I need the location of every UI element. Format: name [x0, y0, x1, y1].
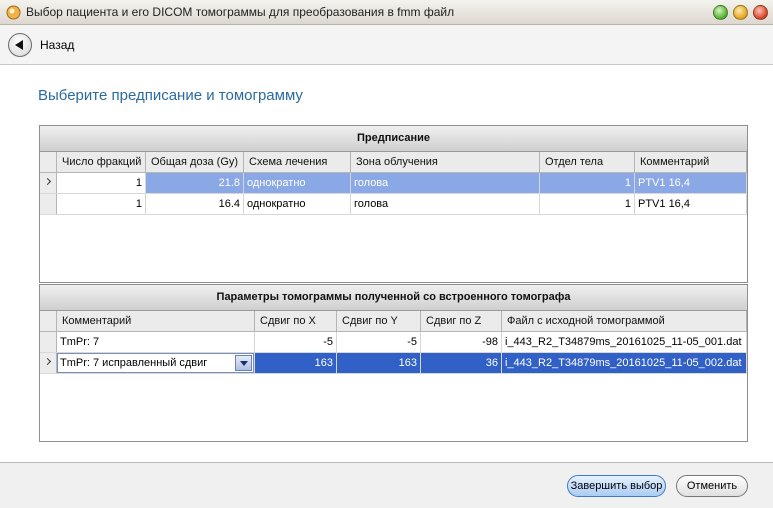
col-header-source-file[interactable]: Файл с исходной томограммой — [502, 311, 747, 332]
cell-fractions[interactable]: 1 — [57, 173, 146, 193]
cell-shift-z[interactable]: 36 — [421, 353, 502, 373]
cell-zone[interactable]: голова — [351, 194, 540, 214]
comment-combobox[interactable]: TmPr: 7 исправленный сдвиг — [57, 353, 254, 373]
cell-dose[interactable]: 16.4 — [146, 194, 244, 214]
chevron-down-icon[interactable] — [235, 355, 252, 371]
col-header-scheme[interactable]: Схема лечения — [244, 152, 351, 173]
table-row[interactable]: 1 16.4 однократно голова 1 PTV1 16,4 — [40, 194, 747, 215]
col-header-fractions[interactable]: Число фракций — [57, 152, 146, 173]
prescription-panel: Предписание Число фракций Общая доза (Gy… — [39, 125, 748, 283]
minimize-button[interactable] — [713, 5, 728, 20]
cancel-button[interactable]: Отменить — [676, 475, 748, 497]
cell-comment[interactable]: TmPr: 7 — [57, 332, 255, 352]
cell-shift-z[interactable]: -98 — [421, 332, 502, 352]
combobox-value: TmPr: 7 исправленный сдвиг — [60, 357, 208, 369]
back-arrow-icon[interactable] — [8, 33, 32, 57]
title-bar: Выбор пациента и его DICOM томограммы дл… — [0, 0, 773, 25]
row-indicator-header — [40, 311, 57, 331]
table-row[interactable]: TmPr: 7 -5 -5 -98 i_443_R2_T34879ms_2016… — [40, 332, 747, 353]
row-indicator — [40, 332, 57, 352]
table-row[interactable]: 1 21.8 однократно голова 1 PTV1 16,4 — [40, 173, 747, 194]
col-header-shift-x[interactable]: Сдвиг по X — [255, 311, 337, 332]
cell-shift-x[interactable]: -5 — [255, 332, 337, 352]
cell-shift-x[interactable]: 163 — [255, 353, 337, 373]
page-title: Выберите предписание и томограмму — [38, 87, 303, 104]
cell-source-file[interactable]: i_443_R2_T34879ms_20161025_11-05_002.dat — [502, 353, 747, 373]
footer-bar: Завершить выбор Отменить — [0, 462, 773, 508]
tomogram-header-row: Комментарий Сдвиг по X Сдвиг по Y Сдвиг … — [40, 311, 747, 332]
cell-shift-y[interactable]: -5 — [337, 332, 421, 352]
col-header-comment[interactable]: Комментарий — [57, 311, 255, 332]
prescription-header-row: Число фракций Общая доза (Gy) Схема лече… — [40, 152, 747, 173]
maximize-button[interactable] — [733, 5, 748, 20]
cell-body-section[interactable]: 1 — [540, 194, 635, 214]
cell-comment[interactable]: TmPr: 7 исправленный сдвиг — [57, 353, 255, 373]
row-indicator — [40, 194, 57, 214]
window-title: Выбор пациента и его DICOM томограммы дл… — [26, 5, 455, 19]
cell-scheme[interactable]: однократно — [244, 194, 351, 214]
table-row[interactable]: TmPr: 7 исправленный сдвиг 163 163 36 i_… — [40, 353, 747, 374]
app-icon — [6, 5, 21, 20]
cell-zone[interactable]: голова — [351, 173, 540, 193]
prescription-caption: Предписание — [40, 126, 747, 152]
cell-fractions[interactable]: 1 — [57, 194, 146, 214]
row-indicator-icon — [40, 173, 57, 193]
col-header-zone[interactable]: Зона облучения — [351, 152, 540, 173]
prescription-grid: Число фракций Общая доза (Gy) Схема лече… — [40, 152, 747, 215]
col-header-shift-y[interactable]: Сдвиг по Y — [337, 311, 421, 332]
finish-selection-button[interactable]: Завершить выбор — [567, 475, 666, 497]
cell-comment[interactable]: PTV1 16,4 — [635, 194, 747, 214]
back-button[interactable]: Назад — [40, 38, 74, 52]
row-indicator-header — [40, 152, 57, 172]
close-button[interactable] — [753, 5, 768, 20]
tomogram-panel: Параметры томограммы полученной со встро… — [39, 284, 748, 442]
cell-shift-y[interactable]: 163 — [337, 353, 421, 373]
cell-scheme[interactable]: однократно — [244, 173, 351, 193]
col-header-comment[interactable]: Комментарий — [635, 152, 747, 173]
cell-source-file[interactable]: i_443_R2_T34879ms_20161025_11-05_001.dat — [502, 332, 747, 352]
row-indicator-icon — [40, 353, 57, 373]
col-header-shift-z[interactable]: Сдвиг по Z — [421, 311, 502, 332]
navigation-bar: Назад — [0, 25, 773, 65]
cell-comment[interactable]: PTV1 16,4 — [635, 173, 747, 193]
tomogram-grid: Комментарий Сдвиг по X Сдвиг по Y Сдвиг … — [40, 311, 747, 374]
tomogram-caption: Параметры томограммы полученной со встро… — [40, 285, 747, 311]
col-header-dose[interactable]: Общая доза (Gy) — [146, 152, 244, 173]
cell-body-section[interactable]: 1 — [540, 173, 635, 193]
cell-dose[interactable]: 21.8 — [146, 173, 244, 193]
col-header-body-section[interactable]: Отдел тела — [540, 152, 635, 173]
